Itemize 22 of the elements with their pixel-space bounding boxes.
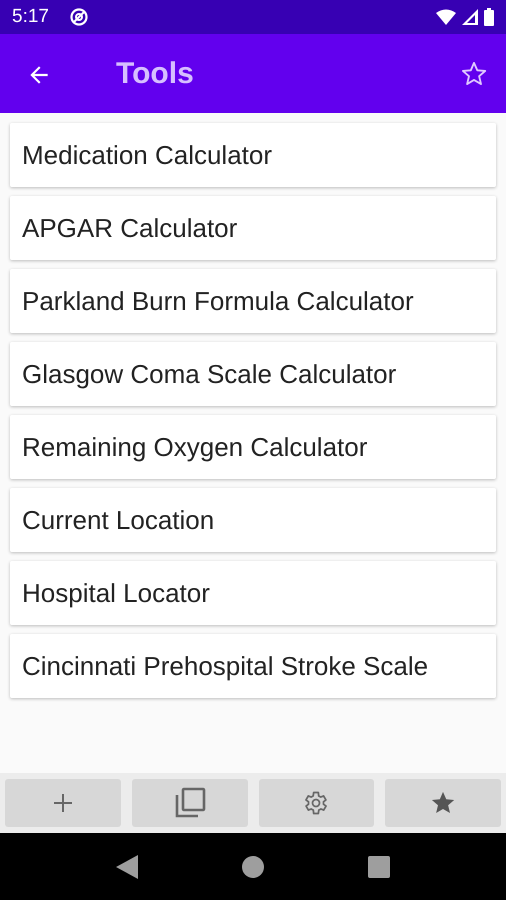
tool-list-item[interactable]: Parkland Burn Formula Calculator	[10, 269, 496, 333]
wifi-icon	[436, 9, 456, 25]
tool-list-item[interactable]: Remaining Oxygen Calculator	[10, 415, 496, 479]
home-icon[interactable]	[242, 856, 264, 878]
copy-icon	[172, 786, 207, 820]
tool-list-item[interactable]: Hospital Locator	[10, 561, 496, 625]
tool-list-item[interactable]: Glasgow Coma Scale Calculator	[10, 342, 496, 406]
favorites-button[interactable]	[385, 779, 501, 827]
tool-list-item[interactable]: Cincinnati Prehospital Stroke Scale	[10, 634, 496, 698]
star-outline-icon[interactable]	[460, 60, 488, 88]
status-time: 5:17	[12, 6, 49, 28]
battery-icon	[484, 8, 494, 26]
settings-button[interactable]	[258, 779, 374, 827]
plus-icon	[52, 792, 74, 814]
tool-list-item[interactable]: Medication Calculator	[10, 123, 496, 187]
tool-list-item[interactable]: APGAR Calculator	[10, 196, 496, 260]
copy-button[interactable]	[132, 779, 248, 827]
tool-list-item[interactable]: Current Location	[10, 488, 496, 552]
back-icon[interactable]	[116, 854, 138, 878]
screen-title: Tools	[116, 56, 194, 90]
recents-icon[interactable]	[368, 856, 390, 878]
signal-icon	[462, 9, 478, 25]
